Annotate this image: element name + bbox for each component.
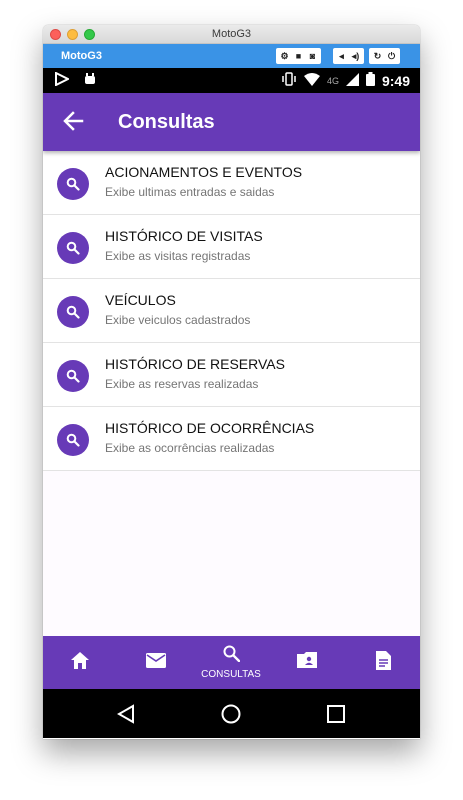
rotate-icon[interactable]: ↻ [371,48,384,64]
list-item-title: HISTÓRICO DE OCORRÊNCIAS [105,420,315,436]
mail-icon [146,652,166,673]
nav-contacts[interactable] [277,636,337,689]
search-icon [57,168,89,200]
minimize-window-button[interactable] [67,29,78,40]
emulator-window: MotoG3 MotoG3 ⚙ ■ ◙ ◂ ◂) ↻ ⏻ 4G 9:49 Con… [43,25,420,739]
page-title: Consultas [118,111,215,133]
battery-icon [365,72,375,89]
settings-icon[interactable]: ⚙ [278,48,291,64]
consultas-list: ACIONAMENTOS E EVENTOS Exibe ultimas ent… [43,151,420,636]
window-title: MotoG3 [211,28,252,40]
list-item-subtitle: Exibe ultimas entradas e saidas [105,185,275,199]
emulator-toolbar: MotoG3 ⚙ ■ ◙ ◂ ◂) ↻ ⏻ [43,44,420,68]
camera-icon[interactable]: ◙ [306,48,319,64]
list-item-visitas[interactable]: HISTÓRICO DE VISITAS Exibe as visitas re… [43,215,420,279]
volume-down-icon[interactable]: ◂ [335,48,348,64]
home-circle-icon[interactable] [221,704,241,729]
recents-square-icon[interactable] [327,705,345,728]
volume-up-icon[interactable]: ◂) [349,48,362,64]
search-icon [57,424,89,456]
list-item-veiculos[interactable]: VEÍCULOS Exibe veiculos cadastrados [43,279,420,343]
zoom-window-button[interactable] [84,29,95,40]
list-item-subtitle: Exibe as reservas realizadas [105,377,259,391]
list-item-title: VEÍCULOS [105,292,176,308]
contacts-icon [297,652,317,673]
app-bar: Consultas [43,93,420,151]
back-triangle-icon[interactable] [116,704,135,729]
nav-document[interactable] [353,636,413,689]
search-icon [223,645,240,667]
power-icon[interactable]: ⏻ [385,48,398,64]
search-icon [57,296,89,328]
search-icon [57,360,89,392]
clock: 9:49 [381,72,410,89]
status-bar: 4G 9:49 [43,68,420,93]
list-item-title: HISTÓRICO DE VISITAS [105,228,263,244]
record-video-icon[interactable]: ■ [292,48,305,64]
window-titlebar[interactable]: MotoG3 [43,25,420,44]
list-item-acionamentos[interactable]: ACIONAMENTOS E EVENTOS Exibe ultimas ent… [43,151,420,215]
list-item-subtitle: Exibe as ocorrências realizadas [105,441,275,455]
document-icon [375,650,391,675]
home-icon [71,651,89,674]
nav-home[interactable] [50,636,110,689]
wifi-icon [303,72,320,89]
nav-mail[interactable] [126,636,186,689]
vibrate-icon [281,72,297,89]
close-window-button[interactable] [50,29,61,40]
nav-consultas[interactable]: CONSULTAS [201,636,261,689]
nav-consultas-label: CONSULTAS [201,669,261,680]
search-icon [57,232,89,264]
list-item-title: HISTÓRICO DE RESERVAS [105,356,285,372]
emulator-device-name: MotoG3 [61,50,102,62]
signal-icon [345,72,359,89]
android-icon [83,72,97,89]
list-item-subtitle: Exibe as visitas registradas [105,249,251,263]
list-item-subtitle: Exibe veiculos cadastrados [105,313,251,327]
list-item-ocorrencias[interactable]: HISTÓRICO DE OCORRÊNCIAS Exibe as ocorrê… [43,407,420,471]
bottom-navigation: CONSULTAS [43,636,420,689]
back-arrow-icon[interactable] [62,110,84,132]
list-item-reservas[interactable]: HISTÓRICO DE RESERVAS Exibe as reservas … [43,343,420,407]
network-type: 4G [326,75,339,86]
system-navigation-bar [43,689,420,738]
list-item-title: ACIONAMENTOS E EVENTOS [105,164,303,180]
notification-play-icon [55,71,71,89]
